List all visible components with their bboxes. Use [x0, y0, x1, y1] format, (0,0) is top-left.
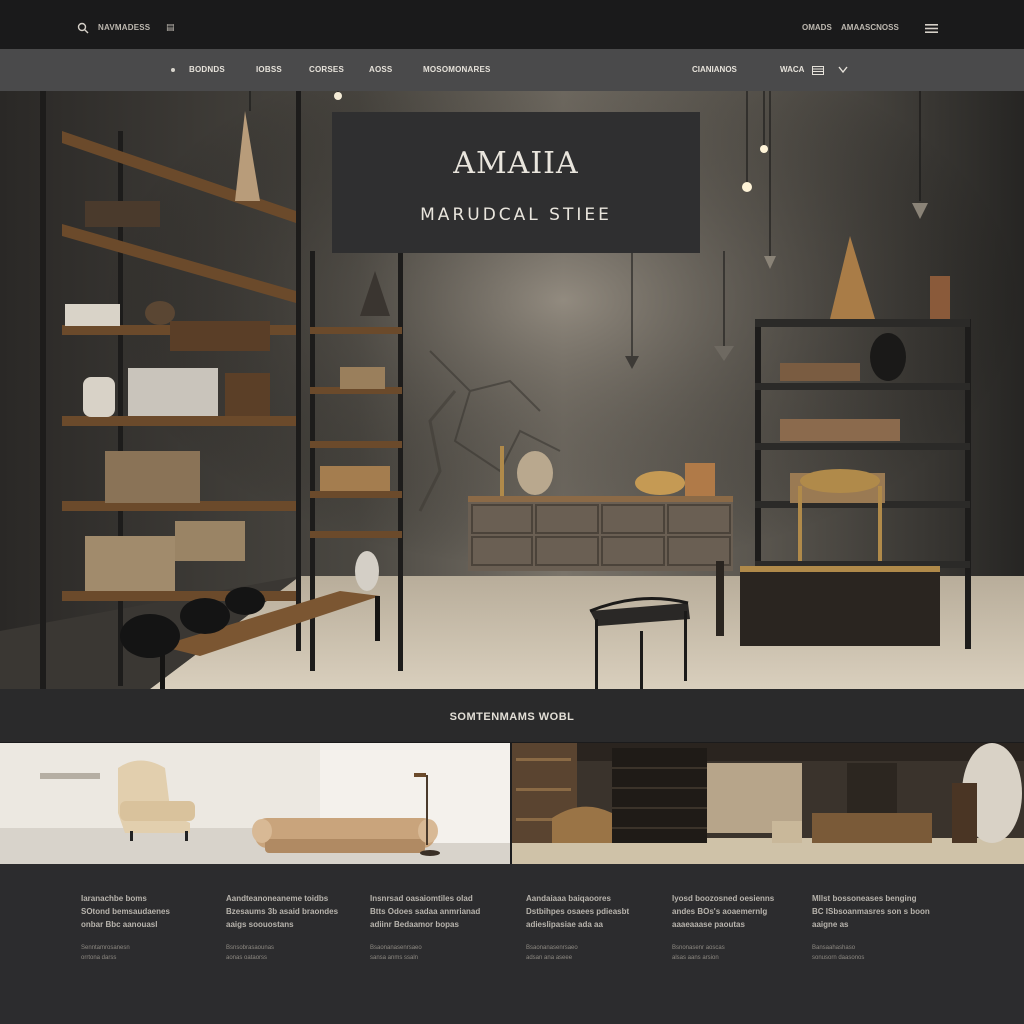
footer-line: Iaranachbe boms [81, 894, 147, 903]
footer-line: BC ISbsoanmasres son s boon [812, 907, 930, 916]
gallery-photo-showroom[interactable] [512, 743, 1024, 864]
footer-line: Dstbihpes osaees pdieasbt [526, 907, 630, 916]
nav-item-mosomonares[interactable]: MOSOMONARES [423, 65, 491, 74]
footer-line: aaigne as [812, 920, 849, 929]
search-label[interactable]: NAVMADESS [98, 23, 150, 32]
top-bar: NAVMADESS ▤ OMADS AMAASCNOSS [0, 0, 1024, 49]
search-icon[interactable] [77, 22, 89, 34]
footer-meta-link[interactable]: Senntamrosanesn [81, 943, 211, 953]
footer-meta-link[interactable]: Bsnonasenr aoscas [672, 943, 802, 953]
footer-meta-link[interactable]: sonusorn daasonos [812, 953, 942, 963]
nav-item-iobss[interactable]: IOBSS [256, 65, 282, 74]
hero-subtitle: MARUDCAL STIEE [420, 205, 612, 225]
footer-line: Aandaiaaa baiqaoores [526, 894, 611, 903]
section-header: SOMTENMAMS WOBL [0, 689, 1024, 742]
footer-line: aaaeaaase paoutas [672, 920, 745, 929]
top-link-omads[interactable]: OMADS [802, 23, 832, 32]
footer-line: aaigs soouostans [226, 920, 294, 929]
nav-link-cianianos[interactable]: CIANIANOS [692, 65, 737, 74]
grid-icon[interactable]: ▤ [166, 22, 175, 33]
nav-item-aoss[interactable]: AOSS [369, 65, 392, 74]
main-nav: BODNDS IOBSS CORSES AOSS MOSOMONARES CIA… [0, 49, 1024, 91]
cart-icon[interactable] [812, 66, 824, 75]
footer-meta-link[interactable]: Bsnsobrasaounas [226, 943, 356, 953]
footer-column: Aandaiaaa baiqaoores Dstbihpes osaees pd… [526, 892, 656, 963]
footer-line: Bzesaums 3b asaid braondes [226, 907, 339, 916]
gallery-photo-living-room[interactable] [0, 743, 510, 864]
footer-line: onbar Bbc aanouasl [81, 920, 158, 929]
footer-column: Insnrsad oasaiomtiles olad Btts Odoes sa… [370, 892, 500, 963]
footer-line: Iyosd boozosned oesienns [672, 894, 775, 903]
footer-line: Btts Odoes sadaa anmrianad [370, 907, 481, 916]
footer-line: andes BOs's aoaemernlg [672, 907, 768, 916]
footer-column: Iyosd boozosned oesienns andes BOs's aoa… [672, 892, 802, 963]
footer-meta-link[interactable]: Bansaahashaso [812, 943, 942, 953]
nav-bullet-icon [171, 68, 175, 72]
footer-column: Aandteanoneaneme toidbs Bzesaums 3b asai… [226, 892, 356, 963]
footer-line: adieslipasiae ada aa [526, 920, 603, 929]
gallery-strip [0, 743, 1024, 864]
nav-item-bodnds[interactable]: BODNDS [189, 65, 225, 74]
footer-meta-link[interactable]: sansa anms ssaln [370, 953, 500, 963]
top-link-account[interactable]: AMAASCNOSS [841, 23, 899, 32]
footer-column: Mllst bossoneases benging BC ISbsoanmasr… [812, 892, 942, 963]
footer-columns: Iaranachbe boms SOtond bemsaudaenes onba… [0, 864, 1024, 1024]
footer-column: Iaranachbe boms SOtond bemsaudaenes onba… [81, 892, 211, 963]
hero-title-panel: AMAIIA MARUDCAL STIEE [332, 112, 700, 253]
footer-meta-link[interactable]: Bsaonanasenrsaeo [526, 943, 656, 953]
chevron-down-icon[interactable] [838, 65, 848, 74]
footer-line: Insnrsad oasaiomtiles olad [370, 894, 473, 903]
footer-meta-link[interactable]: adsan ana aseee [526, 953, 656, 963]
section-title: SOMTENMAMS WOBL [449, 711, 575, 723]
hamburger-menu-icon[interactable] [925, 24, 938, 33]
footer-line: Mllst bossoneases benging [812, 894, 917, 903]
nav-item-corses[interactable]: CORSES [309, 65, 344, 74]
footer-meta-link[interactable]: alsas aans arsion [672, 953, 802, 963]
nav-account-label[interactable]: WACA [780, 65, 804, 74]
hero-title: AMAIIA [453, 146, 579, 181]
hero-banner: AMAIIA MARUDCAL STIEE [0, 91, 1024, 689]
footer-meta-link[interactable]: orrtona darss [81, 953, 211, 963]
footer-meta-link[interactable]: Bsaonanasenrsaeo [370, 943, 500, 953]
footer-line: SOtond bemsaudaenes [81, 907, 170, 916]
footer-line: Aandteanoneaneme toidbs [226, 894, 329, 903]
footer-meta-link[interactable]: aonas oataorss [226, 953, 356, 963]
footer-line: adiinr Bedaamor bopas [370, 920, 459, 929]
